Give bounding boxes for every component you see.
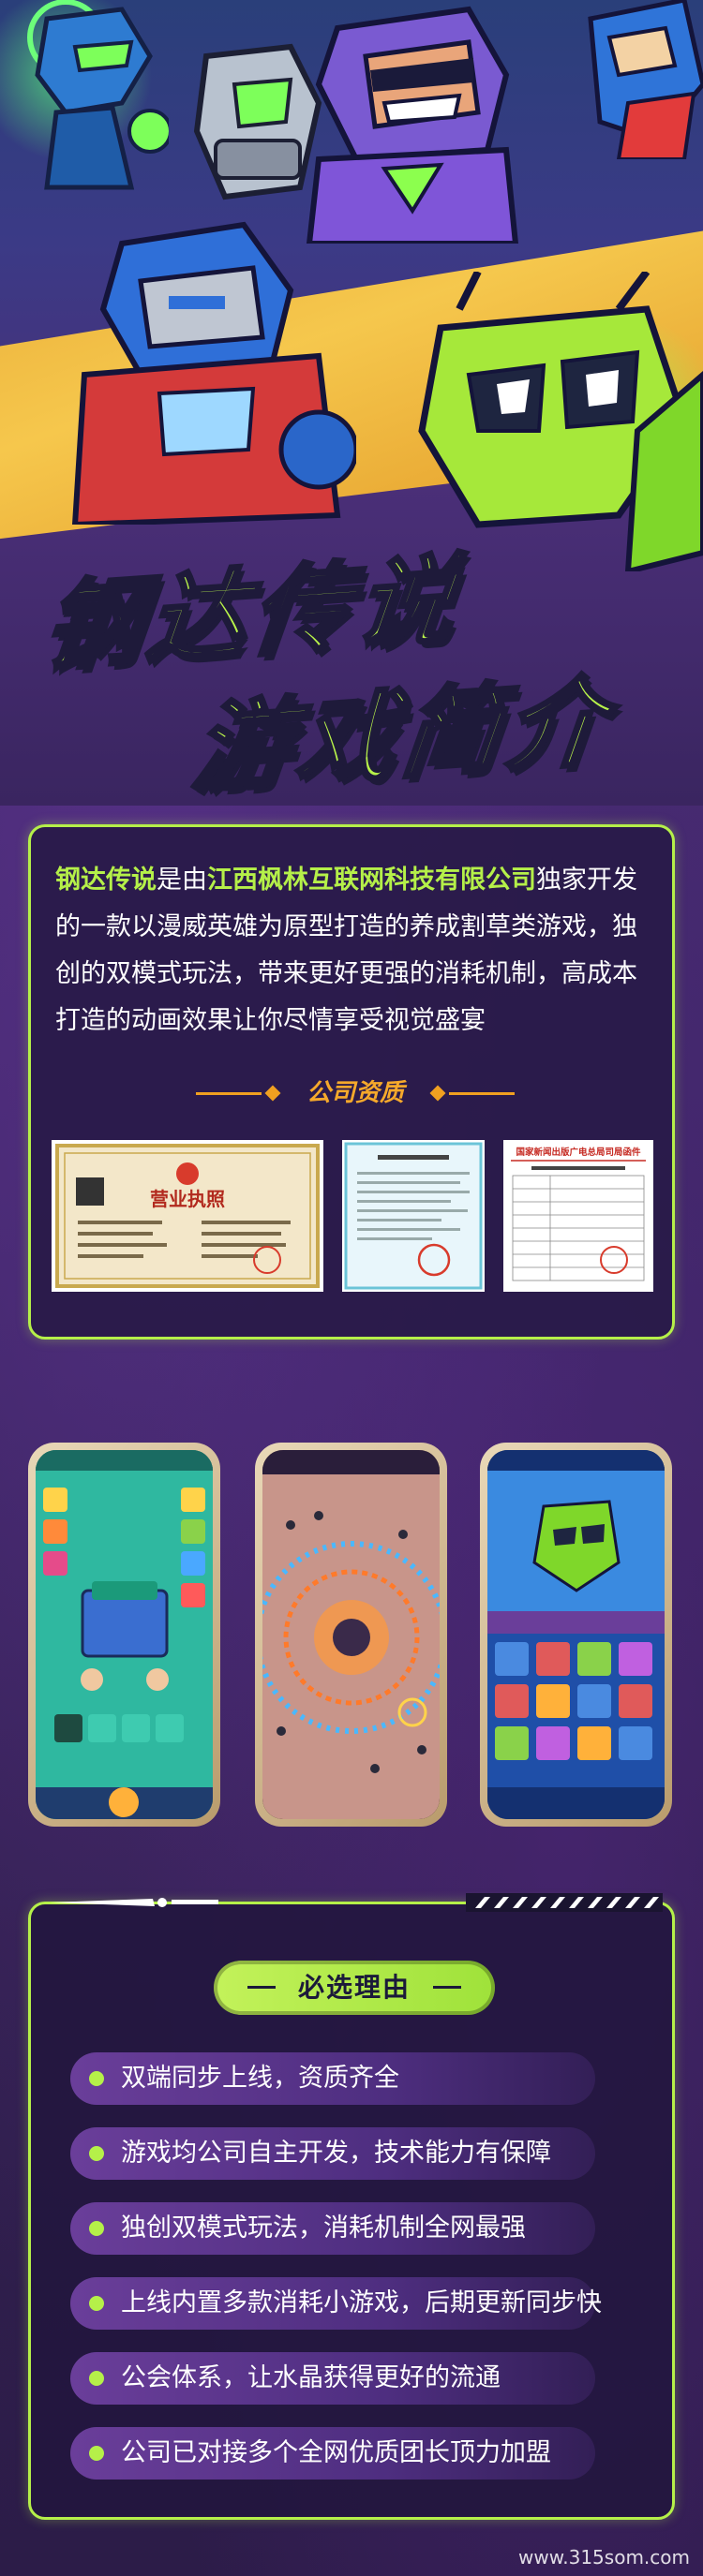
reasons-card: 必选理由 双端同步上线，资质齐全 游戏均公司自主开发，技术能力有保障 独创双模式… bbox=[28, 1893, 675, 2520]
wolf-hero-illustration bbox=[588, 0, 703, 159]
diamond-icon bbox=[429, 1085, 446, 1102]
reason-item: 公会体系，让水晶获得更好的流通 bbox=[70, 2352, 595, 2405]
bullet-dot-icon bbox=[89, 2146, 104, 2161]
cert-title: 国家新闻出版广电总局司局函件 bbox=[516, 1147, 641, 1158]
red-robot-illustration bbox=[71, 221, 356, 525]
phone-mockup bbox=[28, 1443, 220, 1827]
reason-item: 双端同步上线，资质齐全 bbox=[70, 2052, 595, 2105]
hero-title: 钢达传说 游戏简介 bbox=[36, 525, 675, 806]
title-line-2: 游戏简介 bbox=[186, 662, 618, 806]
reason-text: 独创双模式玩法，消耗机制全网最强 bbox=[121, 2213, 526, 2243]
game-name-highlight: 钢达传说 bbox=[55, 866, 157, 895]
business-license-image: 营业执照 bbox=[52, 1140, 323, 1292]
reasons-title: 必选理由 bbox=[297, 1972, 411, 2003]
game-screenshot-battle bbox=[262, 1450, 440, 1819]
section-label: 公司资质 bbox=[306, 1079, 404, 1107]
reason-text: 游戏均公司自主开发，技术能力有保障 bbox=[121, 2139, 551, 2168]
software-copyright-certificate-image bbox=[342, 1140, 485, 1292]
bullet-dot-icon bbox=[89, 2446, 104, 2461]
publication-approval-document-image: 国家新闻出版广电总局司局函件 bbox=[503, 1140, 653, 1292]
reason-text: 上线内置多款消耗小游戏，后期更新同步快 bbox=[121, 2288, 602, 2317]
diamond-icon bbox=[264, 1085, 281, 1102]
company-name-highlight: 江西枫林互联网科技有限公司 bbox=[207, 866, 536, 895]
mech-arm-illustration bbox=[193, 43, 322, 200]
game-screenshot-heroes bbox=[487, 1450, 665, 1819]
game-screenshot-base bbox=[36, 1450, 213, 1819]
reason-item: 独创双模式玩法，消耗机制全网最强 bbox=[70, 2202, 595, 2255]
bullet-dot-icon bbox=[89, 2371, 104, 2386]
bullet-dot-icon bbox=[89, 2221, 104, 2236]
qualification-heading: 公司资质 bbox=[196, 1074, 515, 1112]
decorative-stripes bbox=[466, 1893, 663, 1912]
decorative-tag bbox=[50, 1898, 218, 1907]
site-watermark: www.315som.com bbox=[518, 2546, 690, 2569]
intro-text-mid: 是由 bbox=[157, 866, 207, 895]
bullet-dot-icon bbox=[89, 2296, 104, 2311]
bullet-dot-icon bbox=[89, 2071, 104, 2086]
reasons-title-pill: 必选理由 bbox=[214, 1961, 495, 2015]
intro-card: 钢达传说是由江西枫林互联网科技有限公司独家开发的一款以漫威英雄为原型打造的养成割… bbox=[28, 824, 675, 1340]
gameplay-screenshots bbox=[0, 1443, 703, 1836]
reason-text: 公会体系，让水晶获得更好的流通 bbox=[121, 2363, 501, 2392]
reason-item: 上线内置多款消耗小游戏，后期更新同步快 bbox=[70, 2277, 602, 2330]
reason-item: 公司已对接多个全网优质团长顶力加盟 bbox=[70, 2427, 595, 2480]
dash bbox=[247, 1986, 276, 1989]
reason-text: 公司已对接多个全网优质团长顶力加盟 bbox=[121, 2438, 551, 2467]
intro-paragraph: 钢达传说是由江西枫林互联网科技有限公司独家开发的一款以漫威英雄为原型打造的养成割… bbox=[55, 857, 655, 1044]
reason-text: 双端同步上线，资质齐全 bbox=[121, 2064, 399, 2093]
page: 钢达传说 游戏简介 钢达传说是由江西枫林互联网科技有限公司独家开发的一款以漫威英… bbox=[0, 0, 703, 2576]
phone-mockup bbox=[480, 1443, 672, 1827]
phone-mockup bbox=[255, 1443, 447, 1827]
reason-item: 游戏均公司自主开发，技术能力有保障 bbox=[70, 2127, 595, 2180]
ninja-hero-illustration bbox=[27, 0, 169, 190]
divider-line bbox=[449, 1092, 515, 1095]
divider-line bbox=[196, 1092, 262, 1095]
hero-banner: 钢达传说 游戏简介 bbox=[0, 0, 703, 806]
cert-title: 营业执照 bbox=[150, 1188, 225, 1210]
dash bbox=[433, 1986, 461, 1989]
